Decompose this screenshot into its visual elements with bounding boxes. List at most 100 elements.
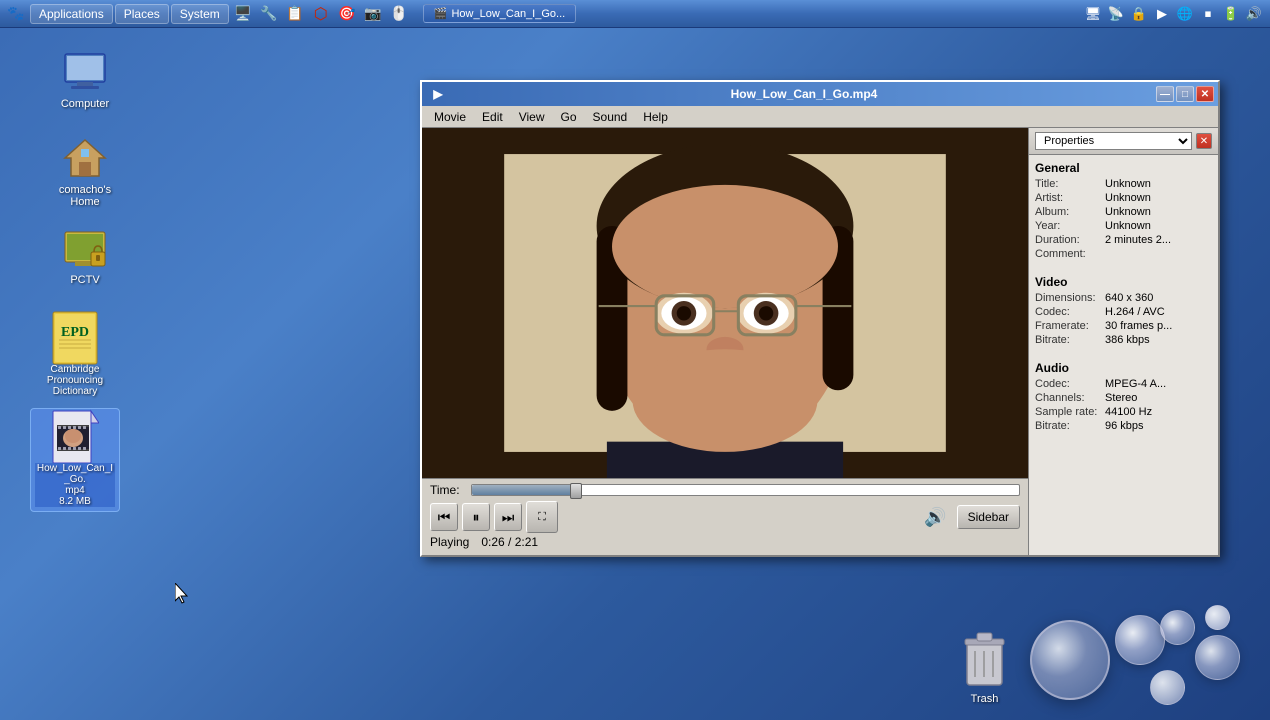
prop-album-row: Album: Unknown	[1029, 205, 1218, 219]
time-display: 0:26 / 2:21	[481, 535, 538, 549]
menu-sound[interactable]: Sound	[585, 108, 636, 126]
comment-value	[1105, 248, 1212, 260]
player-window: ▶ How_Low_Can_I_Go.mp4 — □ ✕ Movie Edit …	[420, 80, 1220, 557]
desktop-icon-computer[interactable]: Computer	[40, 44, 130, 114]
pctv-icon	[61, 224, 109, 272]
taskbar-icon-display[interactable]: 🖥	[1083, 4, 1103, 24]
taskbar-icon-7[interactable]: 🖱️	[389, 4, 409, 24]
title-value: Unknown	[1105, 178, 1212, 190]
decorative-circle-small2	[1195, 635, 1240, 680]
video-file-icon	[51, 413, 99, 461]
svg-text:EPD: EPD	[61, 325, 89, 340]
duration-value: 2 minutes 2...	[1105, 234, 1212, 246]
taskbar-icon-2[interactable]: 🔧	[259, 4, 279, 24]
channels-key: Channels:	[1035, 392, 1105, 404]
taskbar-icon-1[interactable]: 🖥️	[233, 4, 253, 24]
player-window-icon: ▶	[428, 84, 448, 104]
player-maximize-btn[interactable]: □	[1176, 86, 1194, 102]
progress-thumb[interactable]	[570, 483, 582, 499]
decorative-circle-small1	[1160, 610, 1195, 645]
prop-duration-row: Duration: 2 minutes 2...	[1029, 233, 1218, 247]
taskbar-icon-lock[interactable]: 🔒	[1129, 4, 1149, 24]
properties-dropdown[interactable]: Properties	[1035, 132, 1192, 150]
menu-help[interactable]: Help	[635, 108, 676, 126]
sidebar-toggle-button[interactable]: Sidebar	[957, 505, 1020, 529]
channels-value: Stereo	[1105, 392, 1212, 404]
taskbar-icon-rss[interactable]: 📡	[1106, 4, 1126, 24]
taskbar-icon-4[interactable]: ⬡	[311, 4, 331, 24]
title-key: Title:	[1035, 178, 1105, 190]
computer-label: Computer	[61, 98, 109, 110]
home-icon	[61, 134, 109, 182]
next-button[interactable]: ⏭	[494, 503, 522, 531]
desktop-icon-home[interactable]: comacho's Home	[40, 130, 130, 212]
player-title: How_Low_Can_I_Go.mp4	[452, 87, 1156, 101]
menu-edit[interactable]: Edit	[474, 108, 511, 126]
taskbar-icon-play-indicator[interactable]: ▶	[1152, 4, 1172, 24]
acodec-key: Codec:	[1035, 378, 1105, 390]
controls-area: Time: ⏮ ⏸ ⏭ ⛶ 🔊 Sidebar Pla	[422, 478, 1028, 555]
time-label: Time:	[430, 483, 465, 497]
computer-icon	[61, 48, 109, 96]
taskbar-gnome-icon[interactable]: 🐾	[6, 4, 26, 24]
decorative-circle-extra1	[1150, 670, 1185, 705]
menu-go[interactable]: Go	[553, 108, 585, 126]
player-close-btn[interactable]: ✕	[1196, 86, 1214, 102]
prop-vbitrate-row: Bitrate: 386 kbps	[1029, 333, 1218, 347]
prop-acodec-row: Codec: MPEG-4 A...	[1029, 377, 1218, 391]
player-minimize-btn[interactable]: —	[1156, 86, 1174, 102]
trash-label: Trash	[971, 693, 999, 705]
prop-abitrate-row: Bitrate: 96 kbps	[1029, 419, 1218, 433]
epd-icon: EPD	[51, 314, 99, 362]
decorative-circle-large	[1030, 620, 1110, 700]
desktop-icon-pctv[interactable]: PCTV	[40, 220, 130, 290]
fullscreen-button[interactable]: ⛶	[526, 501, 558, 533]
taskbar-icon-volume[interactable]: 🔊	[1244, 4, 1264, 24]
taskbar-apps-area: 🐾 Applications Places System 🖥️ 🔧 📋 ⬡ 🎯 …	[0, 4, 415, 24]
taskbar: 🐾 Applications Places System 🖥️ 🔧 📋 ⬡ 🎯 …	[0, 0, 1270, 28]
decorative-circle-medium	[1115, 615, 1165, 665]
desktop-icon-video-file[interactable]: How_Low_Can_I_Go.mp48.2 MB	[30, 408, 120, 512]
vbitrate-value: 386 kbps	[1105, 334, 1212, 346]
vbitrate-key: Bitrate:	[1035, 334, 1105, 346]
prop-vcodec-row: Codec: H.264 / AVC	[1029, 305, 1218, 319]
taskbar-icon-battery[interactable]: 🔋	[1221, 4, 1241, 24]
prev-button[interactable]: ⏮	[430, 503, 458, 531]
taskbar-icon-stop[interactable]: ⏹	[1198, 4, 1218, 24]
prop-year-row: Year: Unknown	[1029, 219, 1218, 233]
prop-artist-row: Artist: Unknown	[1029, 191, 1218, 205]
taskbar-right-area: 🖥 📡 🔒 ▶ 🌐 ⏹ 🔋 🔊	[1083, 4, 1270, 24]
prop-channels-row: Channels: Stereo	[1029, 391, 1218, 405]
taskbar-applications-menu[interactable]: Applications	[30, 4, 113, 24]
dimensions-value: 640 x 360	[1105, 292, 1212, 304]
taskbar-icon-network[interactable]: 🌐	[1175, 4, 1195, 24]
home-label: comacho's Home	[44, 184, 126, 208]
pctv-label: PCTV	[70, 274, 99, 286]
pause-button[interactable]: ⏸	[462, 503, 490, 531]
framerate-value: 30 frames p...	[1105, 320, 1212, 332]
framerate-key: Framerate:	[1035, 320, 1105, 332]
taskbar-icon-3[interactable]: 📋	[285, 4, 305, 24]
volume-icon[interactable]: 🔊	[924, 507, 946, 528]
prop-framerate-row: Framerate: 30 frames p...	[1029, 319, 1218, 333]
player-menubar: Movie Edit View Go Sound Help	[422, 106, 1218, 128]
video-frame[interactable]	[422, 128, 1028, 478]
prop-samplerate-row: Sample rate: 44100 Hz	[1029, 405, 1218, 419]
circle-icons	[1030, 595, 1250, 705]
taskbar-icon-6[interactable]: 📷	[363, 4, 383, 24]
sidebar-close-button[interactable]: ✕	[1196, 133, 1212, 149]
progress-bar[interactable]	[471, 484, 1020, 496]
comment-key: Comment:	[1035, 248, 1105, 260]
taskbar-icon-5[interactable]: 🎯	[337, 4, 357, 24]
desktop-icon-epd[interactable]: EPD CambridgePronouncing Dictionary	[30, 310, 120, 401]
taskbar-system-menu[interactable]: System	[171, 4, 229, 24]
menu-movie[interactable]: Movie	[426, 108, 474, 126]
artist-key: Artist:	[1035, 192, 1105, 204]
menu-view[interactable]: View	[511, 108, 553, 126]
trash-icon-container[interactable]: Trash	[957, 623, 1012, 705]
player-titlebar: ▶ How_Low_Can_I_Go.mp4 — □ ✕	[422, 82, 1218, 106]
taskbar-places-menu[interactable]: Places	[115, 4, 169, 24]
dimensions-key: Dimensions:	[1035, 292, 1105, 304]
epd-label: CambridgePronouncing Dictionary	[34, 364, 116, 397]
taskbar-window-button[interactable]: 🎬 How_Low_Can_I_Go...	[423, 4, 576, 23]
